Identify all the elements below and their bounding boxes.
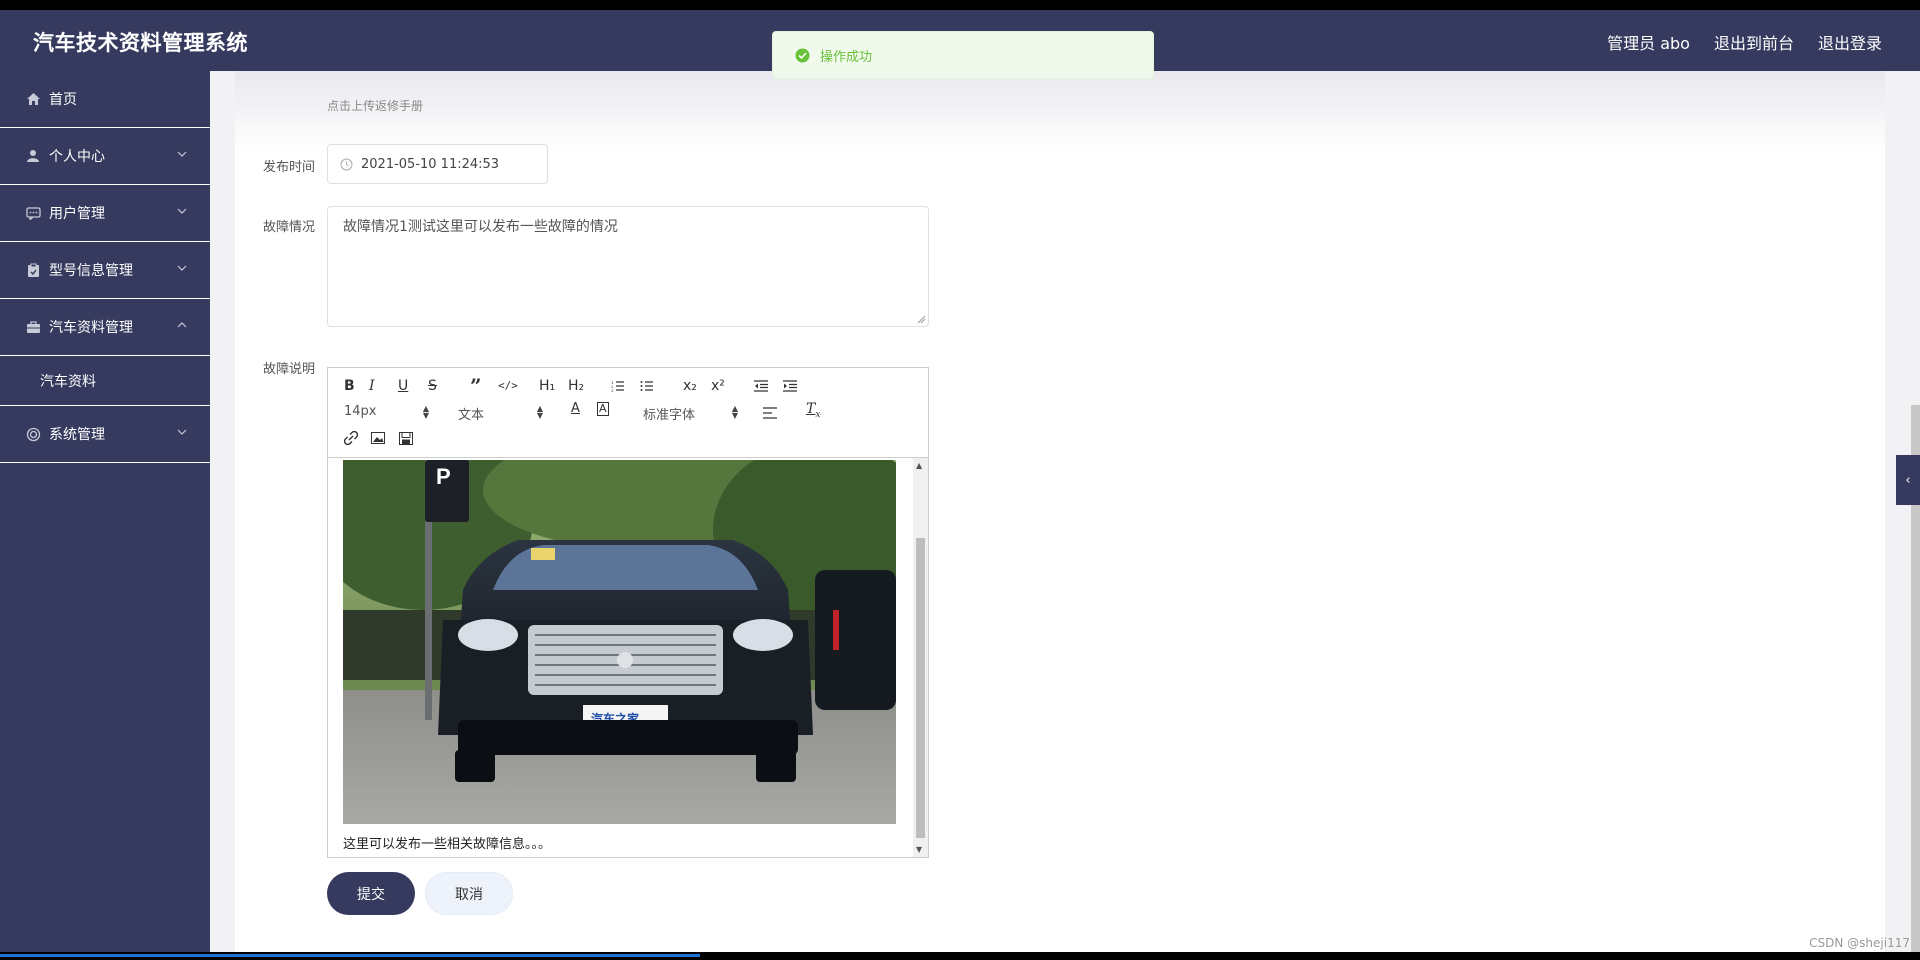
sidebar-subitem-car-docs[interactable]: 汽车资料 [0, 356, 210, 406]
font-size-select[interactable]: 14px ▲ ▼ [344, 404, 429, 420]
heading1-button[interactable]: H₁ [539, 378, 555, 394]
fault-status-label: 故障情况 [262, 220, 315, 235]
heading2-button[interactable]: H₂ [568, 378, 584, 394]
user-icon [24, 147, 42, 165]
clipboard-icon [24, 261, 42, 279]
bold-button[interactable]: B [344, 378, 355, 394]
video-progress-bar [0, 954, 700, 957]
settings-icon [24, 425, 42, 443]
clock-icon [340, 158, 353, 170]
underline-button[interactable]: U [398, 378, 408, 394]
sidebar-item-label: 汽车资料管理 [49, 320, 133, 336]
cancel-button[interactable]: 取消 [425, 872, 513, 915]
chevron-up-icon [177, 322, 187, 328]
sidebar-item-label: 用户管理 [49, 206, 105, 222]
chat-icon [24, 204, 42, 222]
svg-text:3: 3 [611, 388, 614, 392]
chevron-left-icon: ‹ [1905, 472, 1911, 488]
ordered-list-icon[interactable]: 123 [611, 380, 625, 392]
chevron-down-icon [177, 151, 187, 157]
sidebar-item-label: 首页 [49, 92, 77, 108]
indent-icon[interactable] [783, 380, 797, 392]
home-icon [24, 90, 42, 108]
upload-tip: 点击上传返修手册 [327, 99, 424, 113]
bullet-list-icon[interactable] [640, 380, 654, 392]
publish-time-value: 2021-05-10 11:24:53 [361, 156, 500, 172]
sidebar-item-users[interactable]: 用户管理 [0, 185, 210, 242]
svg-text:P: P [436, 464, 451, 489]
sidebar-item-label: 系统管理 [49, 427, 105, 443]
font-color-icon[interactable]: A [571, 401, 580, 416]
card-top-shadow [235, 71, 1885, 151]
subscript-button[interactable]: x₂ [683, 378, 697, 394]
app-title: 汽车技术资料管理系统 [33, 31, 248, 55]
editor-scrollbar[interactable]: ▲ ▼ [913, 458, 928, 857]
scroll-down-icon[interactable]: ▼ [916, 845, 922, 854]
editor-toolbar: B I U S ” </> H₁ H₂ 123 x₂ x² 14px ▲ ▼ 文本… [328, 368, 928, 458]
chevron-down-icon [177, 429, 187, 435]
editor-text: 这里可以发布一些相关故障信息。。。 [343, 837, 552, 852]
success-toast: 操作成功 [772, 31, 1154, 79]
sidebar-item-label: 个人中心 [49, 149, 105, 165]
video-icon[interactable] [399, 432, 413, 445]
code-block-icon[interactable]: </> [498, 379, 518, 392]
sidebar-item-car-docs[interactable]: 汽车资料管理 [0, 299, 210, 356]
scroll-thumb[interactable] [916, 538, 925, 838]
chevron-down-icon [177, 265, 187, 271]
paragraph-value: 文本 [458, 408, 485, 423]
sidebar-item-label: 型号信息管理 [49, 263, 133, 279]
chevron-down-icon [177, 208, 187, 214]
sidebar-item-home[interactable]: 首页 [0, 71, 210, 128]
publish-time-input[interactable]: 2021-05-10 11:24:53 [327, 144, 548, 184]
sidebar-item-models[interactable]: 型号信息管理 [0, 242, 210, 299]
link-icon[interactable] [344, 431, 358, 445]
font-size-value: 14px [344, 404, 377, 419]
car-photo-image: P 汽车之家 [343, 460, 896, 824]
strikethrough-button[interactable]: S [428, 378, 437, 394]
paragraph-select[interactable]: 文本 ▲ ▼ [458, 404, 543, 424]
background-color-icon[interactable]: A [597, 402, 609, 416]
italic-button[interactable]: I [369, 378, 375, 394]
check-circle-icon [795, 48, 810, 62]
resize-grip-icon[interactable] [917, 315, 926, 324]
submit-button[interactable]: 提交 [327, 872, 415, 915]
exit-to-front-link[interactable]: 退出到前台 [1714, 30, 1794, 54]
top-edge [0, 0, 1920, 10]
logout-link[interactable]: 退出登录 [1818, 30, 1882, 54]
image-icon[interactable] [371, 432, 385, 444]
admin-user-label: 管理员 abo [1607, 34, 1690, 53]
sidebar: 首页 个人中心 用户管理 型号信息管理 汽车资料管理 汽车资料 系统管理 [0, 71, 210, 955]
editor-content[interactable]: P 汽车之家 这里可以发布一些相关故障信息。。。 [328, 458, 913, 857]
publish-time-label: 发布时间 [262, 160, 315, 175]
sidebar-item-system[interactable]: 系统管理 [0, 406, 210, 463]
fault-status-textarea[interactable]: 故障情况1测试这里可以发布一些故障的情况 [327, 206, 929, 327]
header-actions: 管理员 abo 退出到前台 退出登录 [1607, 30, 1882, 54]
watermark-text: CSDN @sheji117 [1809, 936, 1910, 950]
font-family-value: 标准字体 [643, 408, 696, 423]
briefcase-icon [24, 318, 42, 336]
select-arrows-icon: ▲ ▼ [422, 404, 429, 420]
fault-desc-label: 故障说明 [262, 362, 315, 377]
superscript-button[interactable]: x² [711, 378, 725, 394]
rich-text-editor: B I U S ” </> H₁ H₂ 123 x₂ x² 14px ▲ ▼ 文本… [327, 367, 929, 858]
blockquote-icon[interactable]: ” [470, 374, 482, 398]
select-arrows-icon: ▲ ▼ [536, 404, 543, 420]
collapse-panel-button[interactable]: ‹ [1896, 455, 1920, 505]
scroll-up-icon[interactable]: ▲ [916, 461, 922, 470]
toast-message: 操作成功 [820, 49, 873, 65]
outdent-icon[interactable] [754, 380, 768, 392]
sidebar-item-personal[interactable]: 个人中心 [0, 128, 210, 185]
align-left-icon[interactable] [763, 407, 777, 419]
fault-status-value: 故障情况1测试这里可以发布一些故障的情况 [343, 219, 618, 235]
select-arrows-icon: ▲ ▼ [731, 404, 738, 420]
font-family-select[interactable]: 标准字体 ▲ ▼ [643, 404, 738, 424]
clear-format-icon[interactable]: Tx [806, 401, 820, 420]
